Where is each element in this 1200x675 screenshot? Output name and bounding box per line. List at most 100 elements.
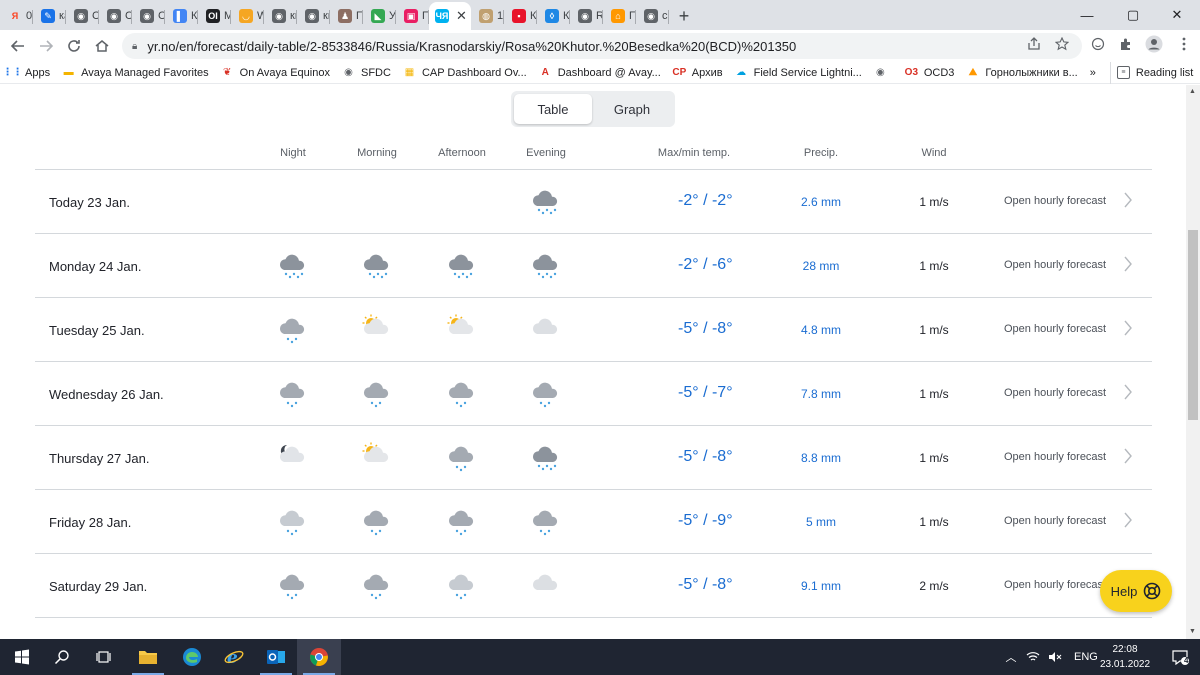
forecast-row-partial [35,618,1152,639]
min-temp: -2° [711,192,733,209]
forecast-row[interactable]: Friday 28 Jan. -5° / -9° 5 mm 1 m/s Open hou… [35,490,1152,554]
browser-tab[interactable]: ◡ Wi [231,2,264,30]
open-hourly-forecast-link[interactable]: Open hourly forecast [1004,195,1106,207]
address-bar[interactable]: 🔒︎ yr.no/en/forecast/daily-table/2-85338… [122,33,1082,59]
close-window-button[interactable]: ✕ [1154,0,1200,30]
precipitation-value: 28 mm [802,259,840,273]
bookmark-item[interactable]: ▬ Avaya Managed Favorites [56,62,215,84]
browser-tab[interactable]: ♟ Пр [330,2,363,30]
minimize-button[interactable]: — [1064,0,1110,30]
browser-tab[interactable]: Я 03 [0,2,33,30]
file-explorer-button[interactable] [126,639,170,675]
tab-title: кв [290,10,297,22]
bookmark-item[interactable]: ❦ On Avaya Equinox [215,62,336,84]
browser-tab[interactable]: ⌂ По [603,2,636,30]
bookmark-star-icon[interactable] [1050,32,1074,56]
graph-view-button[interactable]: Graph [593,94,671,124]
bookmark-item[interactable]: ◉ [868,62,899,84]
forecast-row[interactable]: Today 23 Jan. -2° / -2° 2.6 mm 1 m/s Open ho… [35,170,1152,234]
forward-button[interactable] [32,32,60,60]
open-hourly-forecast-link[interactable]: Open hourly forecast [1004,387,1106,399]
new-tab-button[interactable]: + [669,2,699,30]
forecast-row[interactable]: Tuesday 25 Jan. -5° / -8° 4.8 mm 1 m/s Open … [35,298,1152,362]
network-icon[interactable] [1026,651,1040,663]
forecast-row[interactable]: Thursday 27 Jan. -5° / -8° 8.8 mm 1 m/s Open… [35,426,1152,490]
browser-tab[interactable]: ◉ ск [636,2,669,30]
tab-favicon-icon: ◉ [107,9,121,23]
forecast-row[interactable]: Monday 24 Jan. -2° / -6° 28 mm 1 m/s Open ho… [35,234,1152,298]
profile-avatar-icon[interactable] [1142,32,1166,56]
back-button[interactable] [4,32,32,60]
browser-tab[interactable]: ✎ кај [33,2,66,30]
open-hourly-forecast-link[interactable]: Open hourly forecast [1004,515,1106,527]
open-hourly-forecast-link[interactable]: Open hourly forecast [1004,323,1106,335]
browser-tab[interactable]: ЧЯ ✕ [429,2,471,30]
browser-tab[interactable]: ◉ Ro [570,2,603,30]
forecast-row[interactable]: Saturday 29 Jan. -5° / -8° 9.1 mm 2 m/s Open… [35,554,1152,618]
bookmark-item[interactable]: ◉ SFDC [336,62,397,84]
notifications-button[interactable]: 4 [1160,639,1200,675]
windows-taskbar: e ︿ ENG 22:08 23.01.2022 4 [0,639,1200,675]
open-hourly-forecast-link[interactable]: Open hourly forecast [1004,259,1106,271]
tab-close-icon[interactable]: ✕ [456,8,467,24]
internet-explorer-button[interactable]: e [212,639,256,675]
tray-chevron-up-icon[interactable]: ︿ [1000,649,1022,665]
browser-tab[interactable]: ▌ Ко [165,2,198,30]
browser-tab[interactable]: OI Мс [198,2,231,30]
task-view-button[interactable] [82,639,126,675]
bookmark-item[interactable]: ⛰ Горнолыжники в... [960,62,1083,84]
extension-smiley-icon[interactable] [1086,32,1110,56]
outlook-button[interactable] [254,639,298,675]
chrome-button[interactable] [297,639,341,675]
browser-tab[interactable]: ◉ Cu [66,2,99,30]
speaker-muted-icon[interactable] [1048,651,1062,663]
reading-list-button[interactable]: ≡ Reading list [1109,61,1200,84]
bookmark-item[interactable]: ⋮⋮ Apps [0,62,56,84]
browser-tab[interactable]: ◊ Ка [537,2,570,30]
browser-menu-icon[interactable] [1172,32,1196,56]
maximize-button[interactable]: ▢ [1110,0,1156,30]
home-button[interactable] [88,32,116,60]
browser-tab[interactable]: ◉ Cu [132,2,165,30]
bookmark-label: Dashboard @ Avay... [557,66,661,79]
light-snow-icon [276,568,310,602]
extensions-puzzle-icon[interactable] [1114,32,1138,56]
browser-tab[interactable]: ◉ Cu [99,2,132,30]
help-button[interactable]: Help [1100,570,1172,612]
start-button[interactable] [0,639,44,675]
browser-tab[interactable]: ◍ 19 [471,2,504,30]
scroll-down-arrow-icon[interactable]: ▼ [1189,628,1196,635]
browser-tab[interactable]: ▪ Ка [504,2,537,30]
bookmark-item[interactable]: O3 OCD3 [899,62,961,84]
max-min-temp: -2° / -2° [678,192,733,209]
bookmarks-overflow-button[interactable]: » [1084,62,1102,84]
precipitation-value: 2.6 mm [800,195,842,209]
open-hourly-forecast-link[interactable]: Open hourly forecast [1004,579,1106,591]
bookmark-item[interactable]: ☁ Field Service Lightni... [729,62,868,84]
edge-button[interactable] [170,639,214,675]
system-clock[interactable]: 22:08 23.01.2022 [1090,642,1160,672]
max-min-temp: -5° / -8° [678,576,733,593]
heavy-snow-icon [360,248,394,282]
browser-tab[interactable]: ▣ ПР [396,2,429,30]
browser-tab[interactable]: ◉ кв [264,2,297,30]
max-temp: -5° [678,384,699,401]
browser-tab[interactable]: ◣ УК [363,2,396,30]
page-scrollbar[interactable]: ▲ ▼ [1186,85,1200,639]
forecast-row[interactable]: Wednesday 26 Jan. -5° / -7° 7.8 mm 1 m/s Ope… [35,362,1152,426]
bookmark-item[interactable]: A Dashboard @ Avay... [533,62,667,84]
bookmark-item[interactable]: ▦ CAP Dashboard Ov... [397,62,533,84]
precipitation-value: 8.8 mm [800,451,842,465]
tab-title: Пр [356,10,363,22]
scroll-up-arrow-icon[interactable]: ▲ [1189,88,1196,95]
reload-button[interactable] [60,32,88,60]
tab-title: ПР [422,10,429,22]
browser-tab[interactable]: ◉ кв [297,2,330,30]
share-icon[interactable] [1022,32,1046,56]
table-view-button[interactable]: Table [514,94,592,124]
scrollbar-thumb[interactable] [1188,230,1198,420]
forecast-day: Monday 24 Jan. [49,259,142,274]
search-button[interactable] [40,639,84,675]
bookmark-item[interactable]: CP Архив [667,62,729,84]
open-hourly-forecast-link[interactable]: Open hourly forecast [1004,451,1106,463]
